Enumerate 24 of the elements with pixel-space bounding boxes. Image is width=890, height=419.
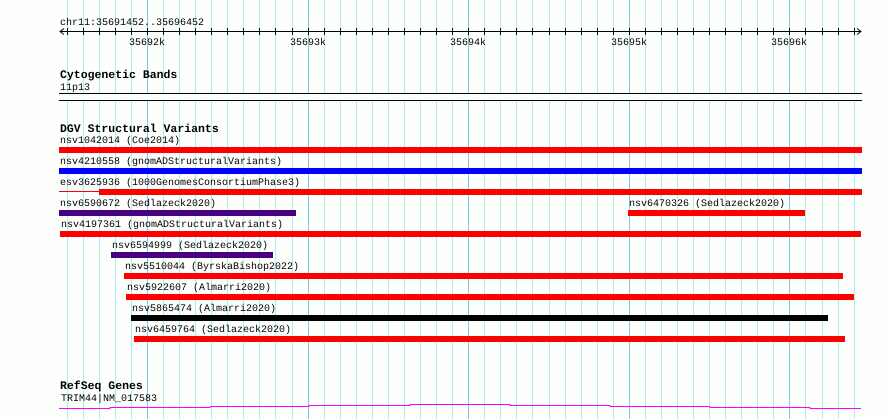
variant-label: nsv1042014 (Coe2014)	[60, 136, 180, 147]
variant-label: nsv6590672 (Sedlazeck2020)	[60, 199, 216, 210]
variant-label: nsv4210558 (gnomADStructuralVariants)	[60, 157, 282, 168]
tick-label: 35694k	[450, 38, 486, 49]
track-title: RefSeq Genes	[60, 380, 143, 393]
variant-label: nsv6459764 (Sedlazeck2020)	[135, 325, 292, 336]
band-label: 11p13	[60, 83, 90, 94]
variant-label: nsv4197361 (gnomADStructuralVariants)	[61, 220, 284, 231]
tick-label: 35693k	[290, 38, 326, 49]
location-label: chr11:35691452..35696452	[60, 18, 204, 29]
variant-label: nsv5510044 (ByrskaBishop2022)	[125, 262, 300, 273]
tick-label: 35696k	[771, 38, 807, 49]
track-title: Cytogenetic Bands	[60, 69, 178, 82]
tick-label: 35692k	[129, 38, 165, 49]
gene-label: TRIM44|NM_017583	[61, 394, 158, 405]
track-title: DGV Structural Variants	[60, 123, 219, 136]
variant-label: esv3625936 (1000GenomesConsortiumPhase3)	[60, 178, 300, 189]
variant-label: nsv6594999 (Sedlazeck2020)	[112, 241, 268, 252]
variant-label: nsv6470326 (Sedlazeck2020)	[629, 199, 786, 210]
variant-label: nsv5922607 (Almarri2020)	[127, 283, 272, 294]
gene-line[interactable]	[58, 404, 862, 409]
variant-bar[interactable]	[59, 189, 862, 195]
tick-label: 35695k	[611, 38, 647, 49]
variant-label: nsv5865474 (Almarri2020)	[132, 304, 276, 315]
